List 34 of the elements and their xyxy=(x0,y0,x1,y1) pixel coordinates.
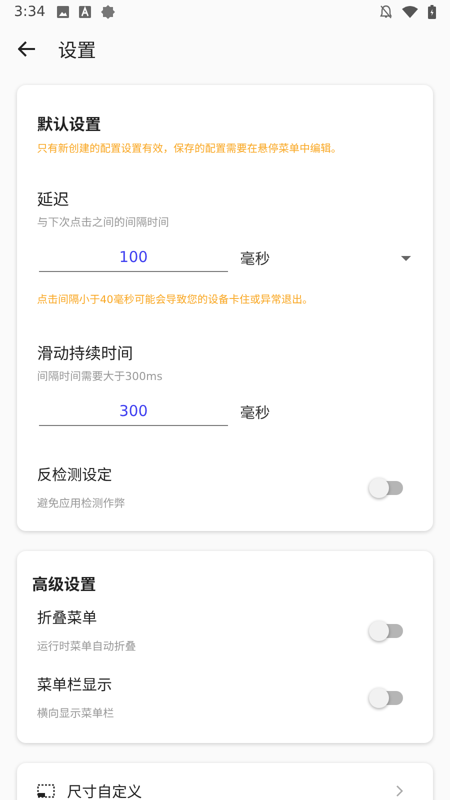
menu-item[interactable]: 尺寸自定义 xyxy=(37,763,403,800)
dropdown-caret-icon[interactable] xyxy=(401,256,411,260)
unit-label: 毫秒 xyxy=(240,402,270,422)
toggle-switch[interactable] xyxy=(371,690,403,704)
setting-label: 反检测设定 xyxy=(37,465,114,485)
input-field[interactable]: 300 xyxy=(39,398,228,426)
setting-hint: 避免应用检测作弊 xyxy=(37,496,125,511)
location-icon xyxy=(101,5,116,19)
chevron-right-icon xyxy=(396,785,403,797)
setting-label: 菜单栏显示 xyxy=(37,675,114,695)
notice-text: 只有新创建的配置设置有效，保存的配置需要在悬停菜单中编辑。 xyxy=(37,142,342,156)
back-arrow-icon[interactable] xyxy=(18,41,36,57)
toggle-switch[interactable] xyxy=(371,624,403,638)
setting-label: 折叠菜单 xyxy=(37,608,98,628)
image-icon xyxy=(57,6,70,18)
battery-icon xyxy=(428,5,436,19)
setting-hint: 间隔时间需要大于300ms xyxy=(37,369,164,384)
setting-label: 滑动持续时间 xyxy=(37,343,134,364)
input-field[interactable]: 100 xyxy=(39,244,228,272)
section-title: 默认设置 xyxy=(37,114,102,135)
notifications-off-icon xyxy=(380,5,392,19)
unit-dropdown[interactable]: 毫秒 xyxy=(240,248,413,268)
font-icon xyxy=(79,6,92,18)
setting-hint: 横向显示菜单栏 xyxy=(37,706,114,721)
toggle-switch[interactable] xyxy=(371,480,403,494)
resize-icon xyxy=(37,784,55,798)
setting-hint: 运行时菜单自动折叠 xyxy=(37,639,136,654)
status-time: 3:34 xyxy=(14,4,46,20)
setting-label: 延迟 xyxy=(37,189,70,210)
wifi-icon xyxy=(402,6,418,18)
page-title: 设置 xyxy=(58,38,96,62)
section-title: 高级设置 xyxy=(32,574,98,595)
warning-text: 点击间隔小于40毫秒可能会导致您的设备卡住或异常退出。 xyxy=(37,293,314,307)
setting-hint: 与下次点击之间的间隔时间 xyxy=(37,215,170,230)
